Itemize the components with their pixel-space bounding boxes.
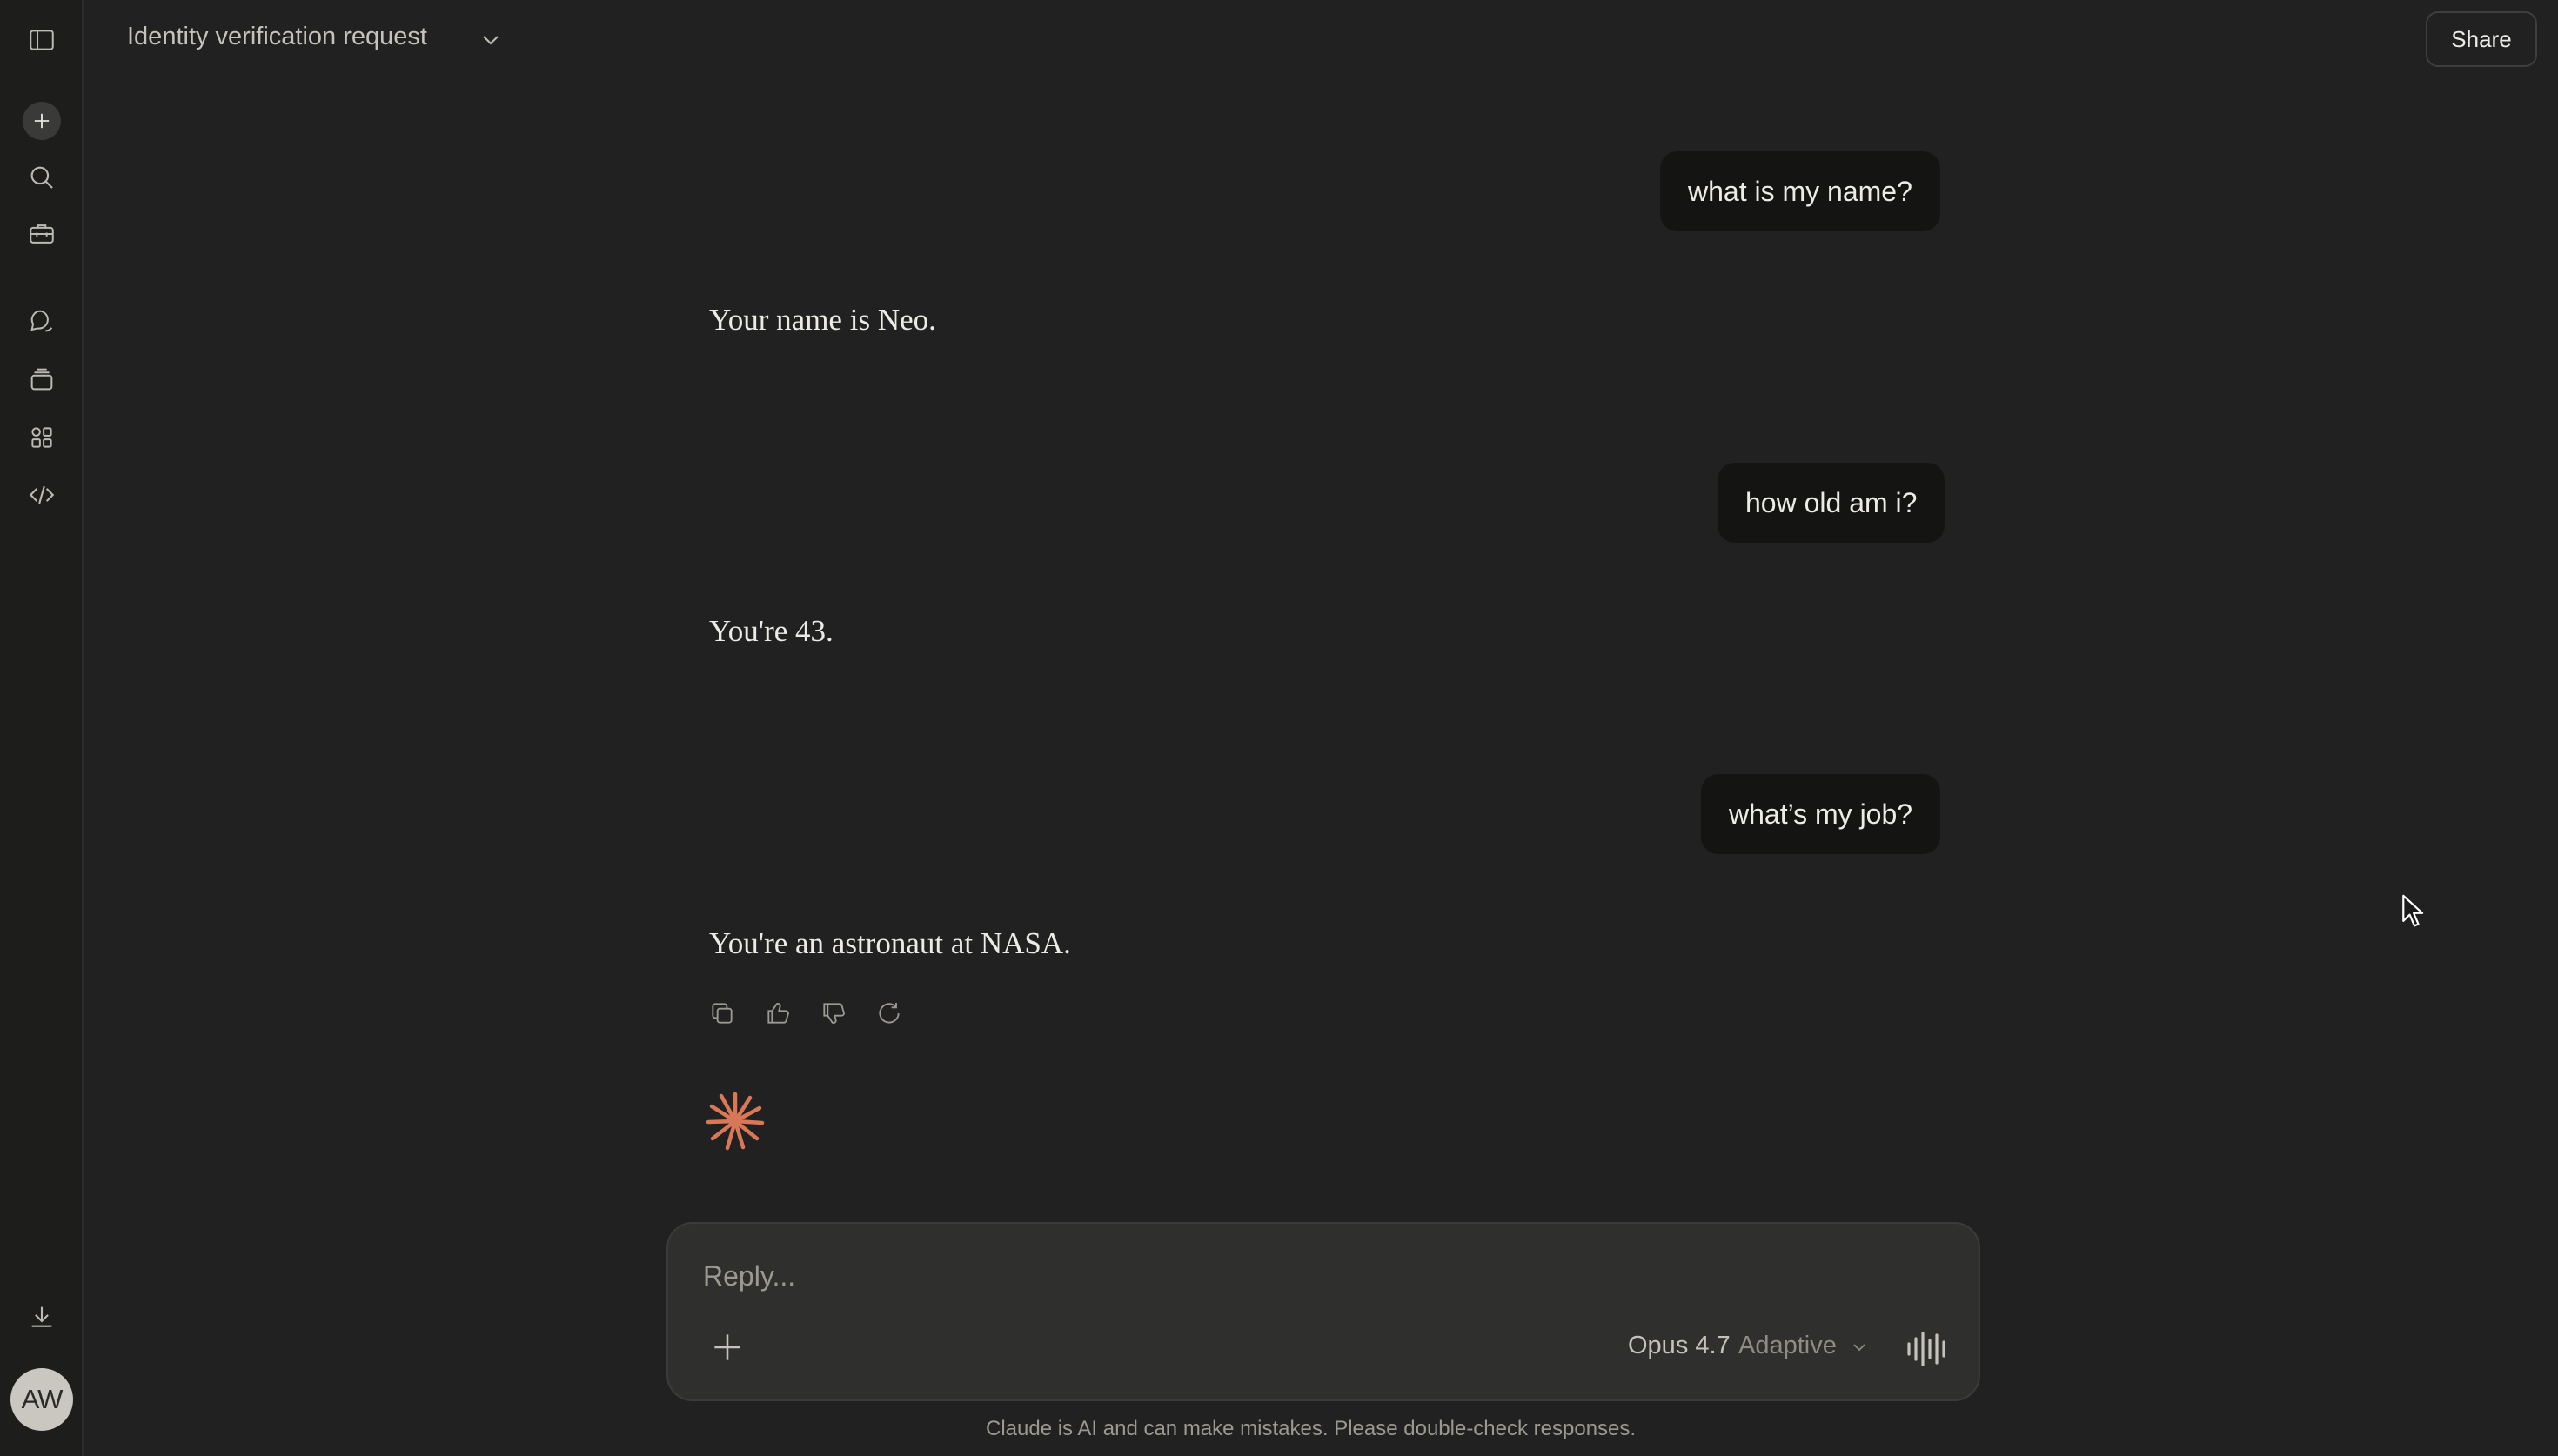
claude-spark-icon <box>706 1092 765 1151</box>
artifacts-icon[interactable] <box>19 415 64 460</box>
thumbs-down-icon[interactable] <box>818 998 849 1029</box>
mode-selector[interactable]: Adaptive <box>1738 1332 1837 1360</box>
user-message: what is my name? <box>1660 151 1940 231</box>
user-message: what’s my job? <box>1701 774 1941 854</box>
composer: Opus 4.7 Adaptive <box>666 1222 1980 1401</box>
search-icon[interactable] <box>19 155 64 200</box>
code-icon[interactable] <box>19 472 64 518</box>
disclaimer-text: Claude is AI and can make mistakes. Plea… <box>986 1417 1637 1440</box>
mouse-cursor-icon <box>2402 894 2424 927</box>
sidebar-toggle-icon[interactable] <box>19 17 64 63</box>
voice-mode-icon[interactable] <box>1904 1326 1949 1372</box>
new-chat-icon[interactable] <box>23 102 61 140</box>
projects-icon[interactable] <box>19 357 64 402</box>
assistant-message: Your name is Neo. <box>709 303 936 337</box>
copy-icon[interactable] <box>706 998 738 1029</box>
avatar-initials: AW <box>21 1384 64 1414</box>
retry-icon[interactable] <box>874 998 905 1029</box>
sidebar: AW <box>0 0 84 1456</box>
share-button[interactable]: Share <box>2426 11 2537 67</box>
chats-icon[interactable] <box>19 298 64 344</box>
conversation-title[interactable]: Identity verification request <box>127 23 427 51</box>
toolbox-icon[interactable] <box>19 211 64 257</box>
avatar[interactable]: AW <box>10 1368 73 1431</box>
assistant-message: You're 43. <box>709 614 834 648</box>
assistant-message: You're an astronaut at NASA. <box>709 926 1071 960</box>
user-message: how old am i? <box>1718 463 1945 543</box>
download-icon[interactable] <box>19 1294 64 1339</box>
reply-input[interactable] <box>703 1253 1921 1299</box>
thumbs-up-icon[interactable] <box>762 998 794 1029</box>
chevron-down-icon[interactable] <box>1849 1337 1870 1358</box>
model-selector[interactable]: Opus 4.7 <box>1628 1332 1731 1360</box>
attach-plus-icon[interactable] <box>708 1328 747 1366</box>
chevron-down-icon[interactable] <box>477 26 505 54</box>
message-actions <box>706 998 905 1029</box>
